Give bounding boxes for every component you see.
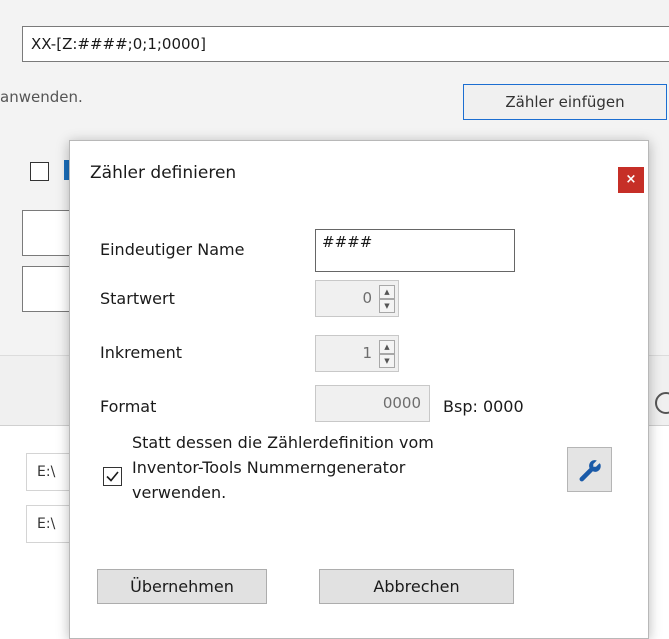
close-button[interactable]: × [618, 167, 644, 193]
checkmark-icon [106, 471, 119, 482]
increment-text: 1 [362, 344, 372, 362]
unique-name-input[interactable]: #### [315, 229, 515, 272]
format-input[interactable]: 0000 [315, 385, 430, 422]
apply-button[interactable]: Übernehmen [97, 569, 267, 604]
spin-down-icon[interactable]: ▼ [379, 299, 395, 313]
use-generator-checkbox[interactable] [103, 467, 122, 486]
start-value-label: Startwert [100, 289, 175, 308]
start-value-stepper[interactable]: 0 ▲ ▼ [315, 280, 399, 317]
number-generator-button[interactable] [567, 447, 612, 492]
cancel-button[interactable]: Abbrechen [319, 569, 514, 604]
wrench-icon [579, 460, 601, 482]
use-generator-label: Statt dessen die Zählerdefinition vom In… [132, 433, 434, 502]
background-checkbox[interactable] [30, 162, 49, 181]
pattern-input[interactable]: XX-[Z:####;0;1;0000] [22, 26, 669, 62]
format-example: Bsp: 0000 [443, 397, 524, 416]
unique-name-label: Eindeutiger Name [100, 240, 245, 259]
format-label: Format [100, 397, 157, 416]
counter-dialog: Zähler definieren × Eindeutiger Name ###… [69, 140, 649, 639]
start-value-text: 0 [362, 289, 372, 307]
insert-counter-button[interactable]: Zähler einfügen [463, 84, 667, 120]
dialog-title: Zähler definieren [90, 163, 237, 183]
spin-up-icon[interactable]: ▲ [379, 340, 395, 354]
spin-up-icon[interactable]: ▲ [379, 285, 395, 299]
hint-text: anwenden. [0, 88, 83, 106]
close-icon: × [625, 172, 637, 187]
spin-down-icon[interactable]: ▼ [379, 354, 395, 368]
increment-stepper[interactable]: 1 ▲ ▼ [315, 335, 399, 372]
increment-label: Inkrement [100, 343, 183, 362]
